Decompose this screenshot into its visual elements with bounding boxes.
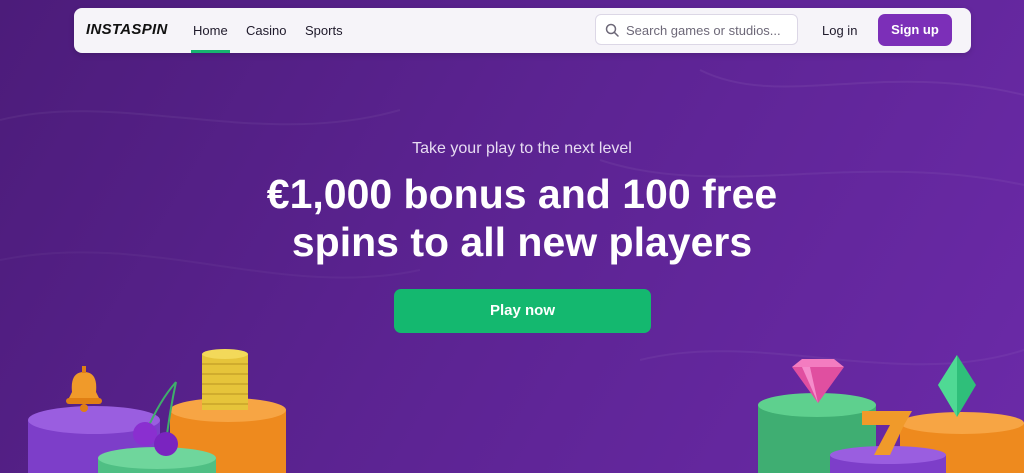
nav-link-sports[interactable]: Sports bbox=[305, 23, 343, 38]
right-decorations bbox=[758, 355, 1024, 473]
search-input[interactable] bbox=[624, 18, 796, 42]
bell-icon bbox=[66, 366, 102, 412]
nav-link-casino[interactable]: Casino bbox=[246, 23, 286, 38]
login-link[interactable]: Log in bbox=[822, 23, 857, 38]
hero-headline-line2: spins to all new players bbox=[291, 219, 753, 265]
hero-headline-line1: €1,000 bonus and 100 free bbox=[266, 171, 778, 217]
search-box bbox=[595, 14, 798, 45]
gem-icon bbox=[938, 355, 976, 417]
nav-link-home[interactable]: Home bbox=[191, 23, 230, 53]
top-navbar: INSTASPIN Home Casino Sports Log in Sign… bbox=[74, 8, 971, 53]
search-icon bbox=[605, 23, 619, 37]
hero-tagline: Take your play to the next level bbox=[412, 140, 632, 157]
hero-headline: €1,000 bonus and 100 free spins to all n… bbox=[0, 170, 1024, 266]
brand-logo[interactable]: INSTASPIN bbox=[86, 21, 168, 38]
coin-stack-icon bbox=[202, 349, 248, 410]
left-decorations bbox=[28, 349, 286, 473]
play-now-button[interactable]: Play now bbox=[394, 289, 651, 333]
signup-button[interactable]: Sign up bbox=[878, 14, 952, 46]
